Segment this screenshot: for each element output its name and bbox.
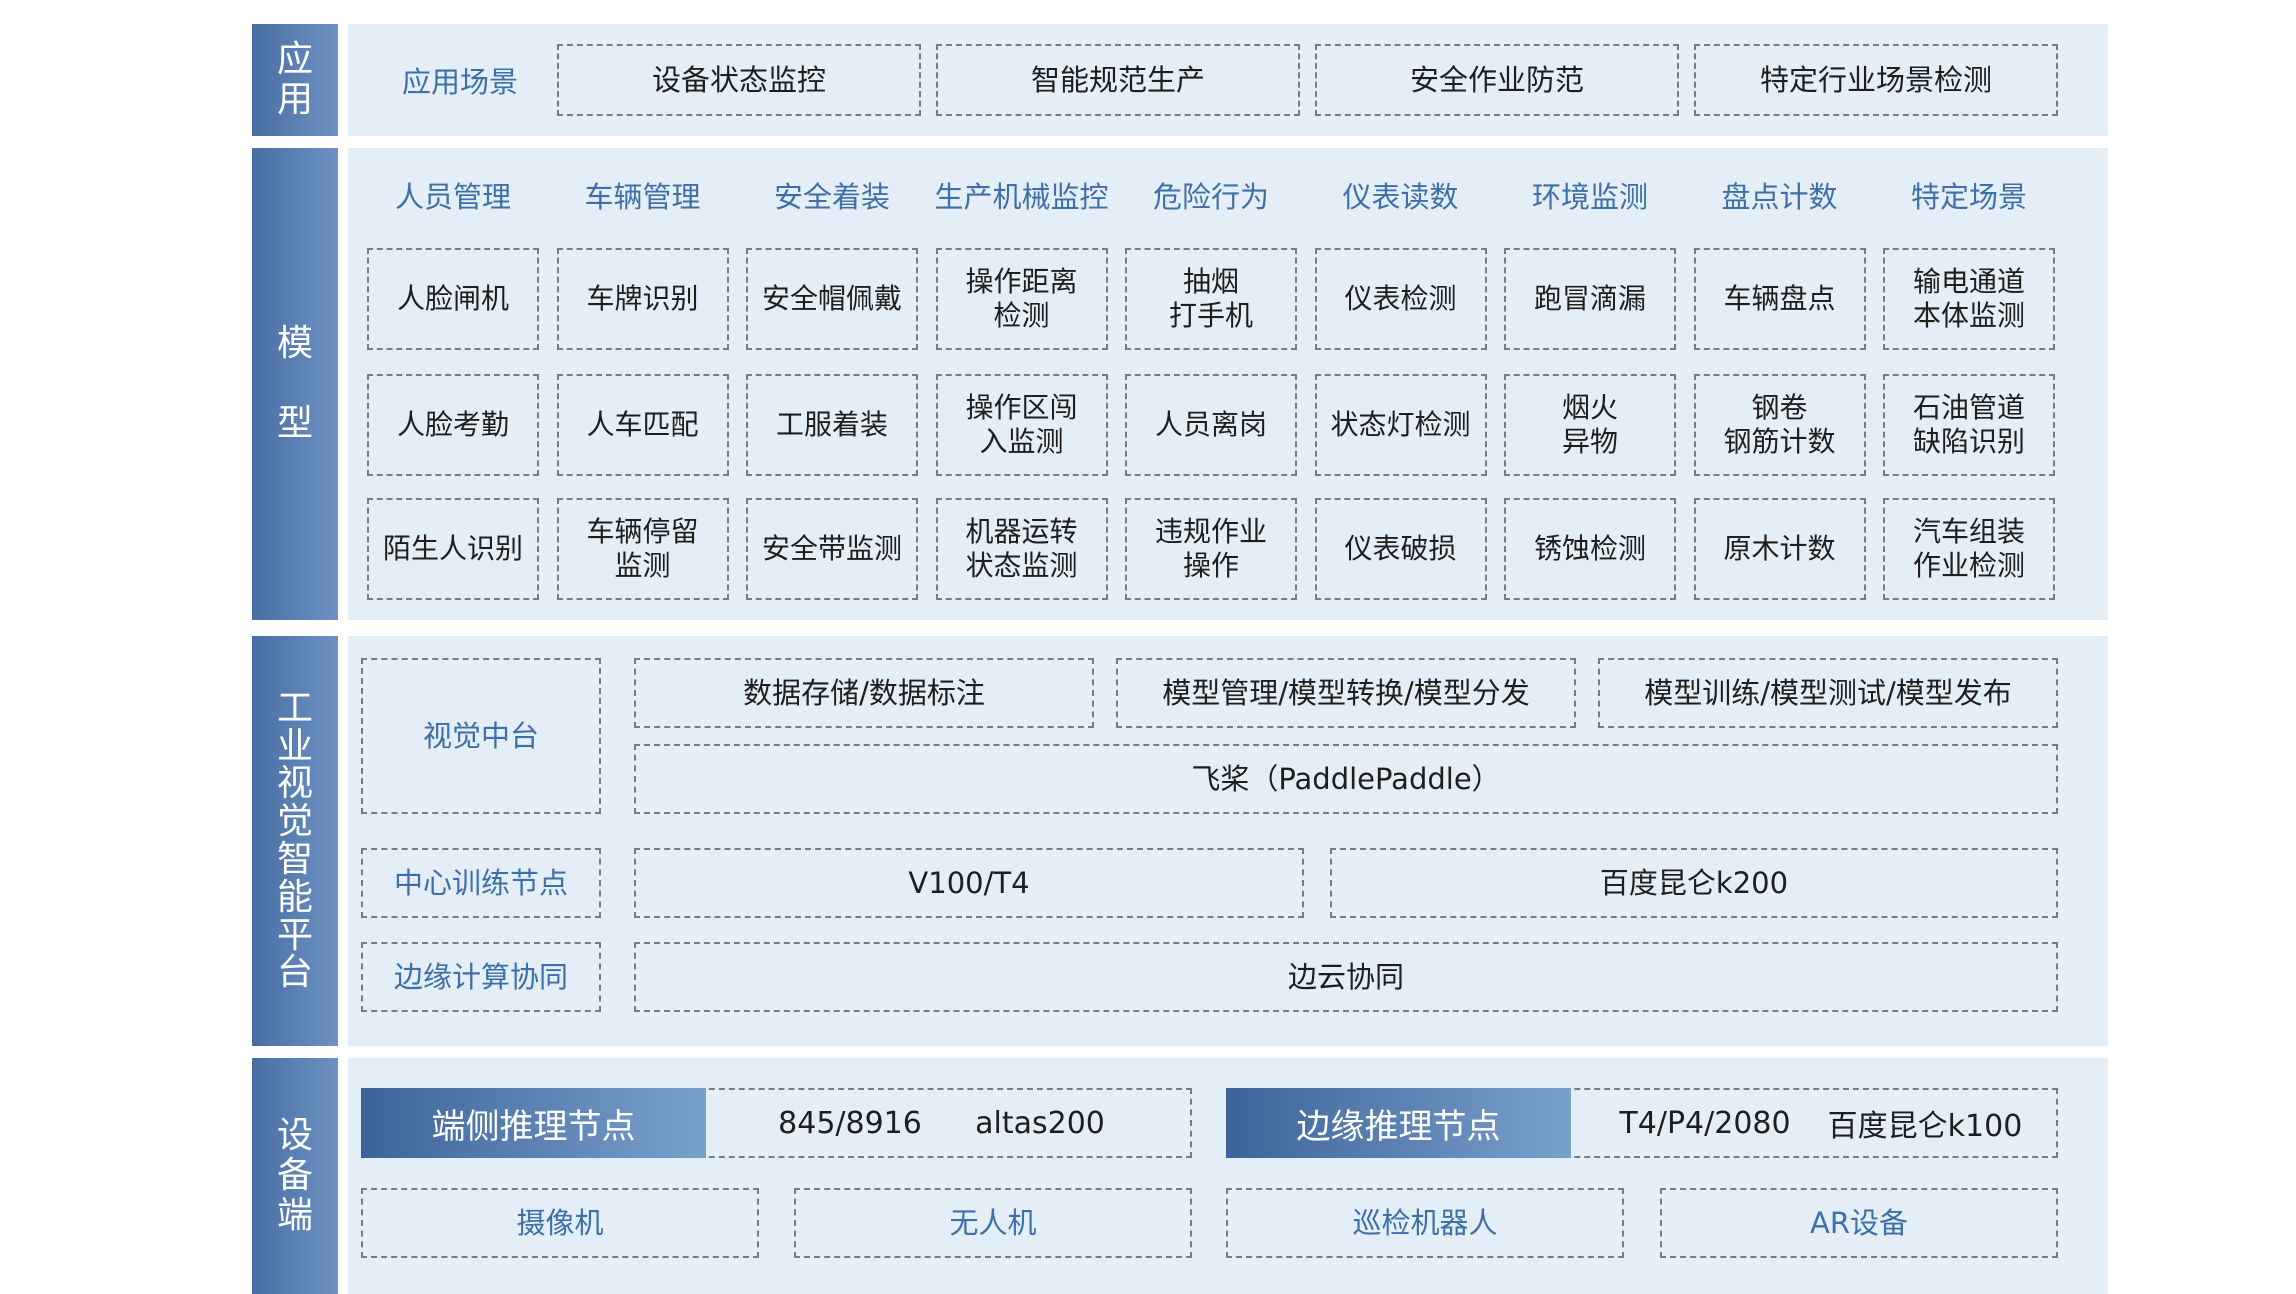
model-category-label: 生产机械监控 [934, 180, 1109, 214]
model-item: 烟火 异物 [1504, 374, 1676, 476]
vision-center-box: 视觉中台 [361, 658, 601, 814]
kunlun-k200-box: 百度昆仑k200 [1330, 848, 2058, 918]
edge-compute-collab-box: 边缘计算协同 [361, 942, 601, 1012]
model-category-label: 环境监测 [1531, 180, 1648, 214]
end-inference-node-title: 端侧推理节点 [361, 1088, 706, 1158]
model-category-label: 安全着装 [773, 180, 890, 214]
layer-label-device-text: 设 备 端 [276, 1114, 313, 1237]
data-storage-box: 数据存储/数据标注 [634, 658, 1094, 728]
app-item: 智能规范生产 [936, 44, 1300, 116]
layer-label-app: 应 用 [252, 24, 338, 136]
model-item: 人车匹配 [556, 374, 729, 476]
model-item: 输电通道 本体监测 [1883, 248, 2055, 350]
end-node-hardware: altas200 [975, 1105, 1105, 1141]
edge-node-hardware: 百度昆仑k100 [1827, 1109, 2023, 1144]
model-category-label: 盘点计数 [1721, 180, 1838, 214]
model-item: 跑冒滴漏 [1504, 248, 1676, 350]
model-item: 石油管道 缺陷识别 [1883, 374, 2055, 476]
layer-label-device: 设 备 端 [252, 1058, 338, 1294]
model-category-label: 特定场景 [1910, 180, 2027, 214]
model-item: 机器运转 状态监测 [935, 498, 1108, 600]
model-item: 操作区闯 入监测 [935, 374, 1108, 476]
model-item: 违规作业 操作 [1125, 498, 1297, 600]
model-category-label: 危险行为 [1152, 180, 1269, 214]
model-item: 车牌识别 [556, 248, 729, 350]
layer-label-model: 模 型 [252, 148, 338, 620]
device-drone: 无人机 [794, 1188, 1192, 1258]
model-item: 车辆停留 监测 [556, 498, 729, 600]
model-item: 操作距离 检测 [935, 248, 1108, 350]
app-item: 特定行业场景检测 [1694, 44, 2058, 116]
device-inspection-robot: 巡检机器人 [1226, 1188, 1624, 1258]
device-ar: AR设备 [1660, 1188, 2058, 1258]
model-category-label: 人员管理 [394, 180, 511, 214]
model-item: 车辆盘点 [1693, 248, 1866, 350]
model-item: 工服着装 [746, 374, 918, 476]
model-category-label: 车辆管理 [584, 180, 701, 214]
app-item: 设备状态监控 [557, 44, 921, 116]
model-management-box: 模型管理/模型转换/模型分发 [1116, 658, 1576, 728]
model-item: 状态灯检测 [1314, 374, 1487, 476]
model-item: 锈蚀检测 [1504, 498, 1676, 600]
edge-cloud-collab-box: 边云协同 [634, 942, 2058, 1012]
model-item: 安全带监测 [746, 498, 918, 600]
center-training-node-box: 中心训练节点 [361, 848, 601, 918]
app-scenario-label: 应用场景 [401, 65, 518, 99]
layer-label-model-text: 模 型 [276, 322, 313, 445]
model-category-label: 仪表读数 [1342, 180, 1459, 214]
model-item: 抽烟 打手机 [1125, 248, 1297, 350]
end-node-hardware: 845/8916 [778, 1105, 922, 1141]
model-item: 汽车组装 作业检测 [1883, 498, 2055, 600]
model-item: 人员离岗 [1125, 374, 1297, 476]
app-item: 安全作业防范 [1315, 44, 1679, 116]
model-item: 仪表破损 [1314, 498, 1487, 600]
edge-inference-node-title: 边缘推理节点 [1226, 1088, 1571, 1158]
layer-label-app-text: 应 用 [276, 38, 313, 120]
model-item: 原木计数 [1693, 498, 1866, 600]
model-item: 人脸考勤 [367, 374, 539, 476]
v100-t4-box: V100/T4 [634, 848, 1304, 918]
model-item: 陌生人识别 [367, 498, 539, 600]
edge-node-hardware: T4/P4/2080 [1619, 1105, 1791, 1141]
model-training-box: 模型训练/模型测试/模型发布 [1598, 658, 2058, 728]
paddlepaddle-box: 飞桨（PaddlePaddle） [634, 744, 2058, 814]
layer-label-platform: 工 业 视 觉 智 能 平 台 [252, 636, 338, 1046]
device-camera: 摄像机 [361, 1188, 759, 1258]
model-item: 仪表检测 [1314, 248, 1487, 350]
model-item: 人脸闸机 [367, 248, 539, 350]
model-item: 安全帽佩戴 [746, 248, 918, 350]
model-item: 钢卷 钢筋计数 [1693, 374, 1866, 476]
layer-label-platform-text: 工 业 视 觉 智 能 平 台 [276, 687, 313, 994]
